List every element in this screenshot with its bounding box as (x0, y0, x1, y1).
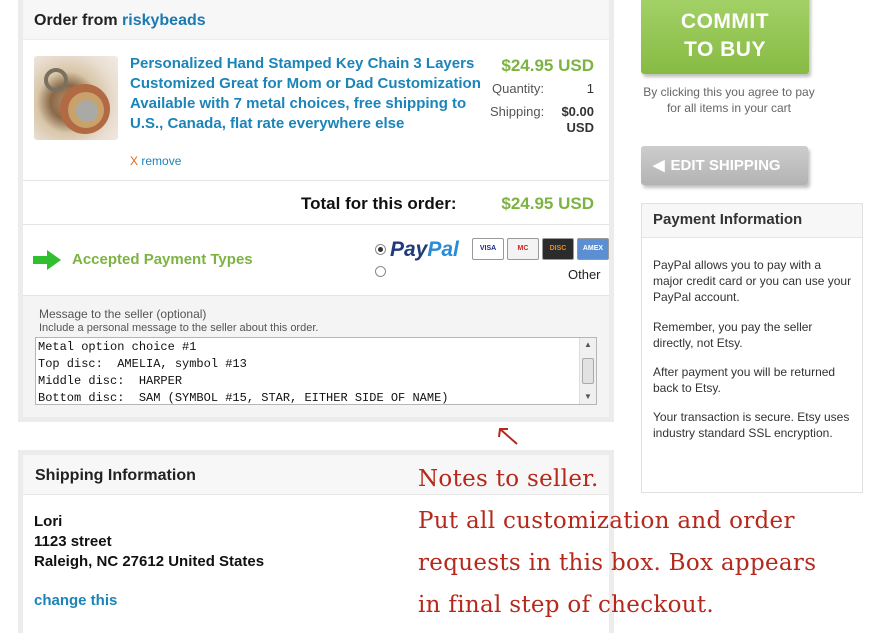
shipping-cost-amount: $0.00 (561, 104, 594, 119)
order-title: Order from riskybeads (34, 12, 206, 30)
payment-info-paragraph: After payment you will be returned back … (653, 365, 836, 395)
other-payment-radio[interactable] (375, 266, 386, 277)
annotation-line: requests in this box. Box appears (418, 550, 817, 576)
shipping-cost-label: Shipping: (490, 104, 545, 119)
message-to-seller-textarea[interactable]: Metal option choice #1 Top disc: AMELIA,… (35, 337, 597, 405)
divider (23, 224, 609, 225)
paypal-logo: PayPal (390, 238, 459, 262)
shop-name-link[interactable]: riskybeads (122, 12, 206, 29)
shipping-city-line: Raleigh, NC 27612 United States (34, 553, 265, 570)
accepted-payment-label: Accepted Payment Types (72, 251, 253, 268)
order-total-label: Total for this order: (301, 194, 457, 213)
commit-to-buy-button[interactable]: COMMIT TO BUY (641, 0, 809, 74)
shipping-address: Lori 1123 street Raleigh, NC 27612 Unite… (34, 512, 264, 572)
payment-info-header: Payment Information (642, 204, 862, 238)
commit-button-line2: TO BUY (684, 38, 766, 61)
visa-card-icon: VISA (472, 238, 504, 260)
shipping-title: Shipping Information (35, 467, 196, 484)
edit-shipping-label: EDIT SHIPPING (670, 157, 781, 174)
remove-x-icon: X (130, 154, 139, 168)
annotation-line: Notes to seller. (418, 466, 599, 492)
payment-info-paragraph: Your transaction is secure. Etsy uses in… (653, 410, 850, 440)
thumbnail-keyring (44, 68, 68, 92)
mastercard-icon: MC (507, 238, 539, 260)
scroll-down-icon[interactable]: ▼ (584, 392, 592, 401)
annotation-line: Put all customization and order (418, 508, 795, 534)
message-help-text: Include a personal message to the seller… (39, 322, 319, 334)
payment-info-paragraph: Remember, you pay the seller directly, n… (653, 320, 813, 350)
remove-label: remove (141, 154, 182, 168)
amex-card-icon: AMEX (577, 238, 609, 260)
item-price: $24.95 USD (501, 56, 594, 75)
remove-item-link[interactable]: X remove (130, 154, 181, 168)
order-panel: Order from riskybeads Personalized Hand … (18, 0, 614, 422)
quantity-label: Quantity: (492, 81, 545, 96)
shipping-cost-value: $0.00 USD (561, 104, 594, 136)
thumbnail-disc-small (76, 100, 98, 122)
arrow-left-icon: ◀ (653, 157, 665, 174)
quantity-value: 1 (586, 81, 594, 96)
order-total-value: $24.95 USD (501, 194, 594, 213)
commit-button-line1: COMMIT (680, 10, 770, 33)
payment-info-title: Payment Information (653, 211, 803, 228)
shipping-name: Lori (34, 513, 63, 530)
annotation-arrow-icon (498, 428, 518, 445)
paypal-radio[interactable] (375, 244, 386, 255)
other-payment-label: Other (568, 267, 601, 282)
green-arrow-icon (33, 250, 61, 270)
scroll-up-icon[interactable]: ▲ (584, 340, 592, 349)
paypal-logo-pay: Pay (390, 238, 428, 261)
order-header: Order from riskybeads (23, 0, 609, 40)
commit-note: By clicking this you agree to pay for al… (643, 85, 815, 115)
message-label: Message to the seller (optional) (39, 307, 207, 321)
order-title-prefix: Order from (34, 12, 118, 29)
shipping-cost-currency: USD (566, 120, 594, 135)
edit-shipping-button[interactable]: ◀ EDIT SHIPPING (641, 146, 808, 185)
discover-card-icon: DISC (542, 238, 574, 260)
message-scrollbar[interactable]: ▲ ▼ (579, 338, 596, 404)
divider (23, 180, 609, 181)
change-address-link[interactable]: change this (34, 592, 117, 609)
payment-info-panel: Payment Information PayPal allows you to… (641, 203, 863, 493)
annotation-line: in final step of checkout. (418, 592, 715, 618)
shipping-street: 1123 street (34, 533, 112, 550)
item-thumbnail[interactable] (34, 56, 118, 140)
payment-info-paragraph: PayPal allows you to pay with a major cr… (653, 258, 852, 304)
scrollbar-thumb[interactable] (582, 358, 594, 384)
paypal-logo-pal: Pal (427, 238, 459, 261)
item-title-link[interactable]: Personalized Hand Stamped Key Chain 3 La… (130, 54, 490, 134)
